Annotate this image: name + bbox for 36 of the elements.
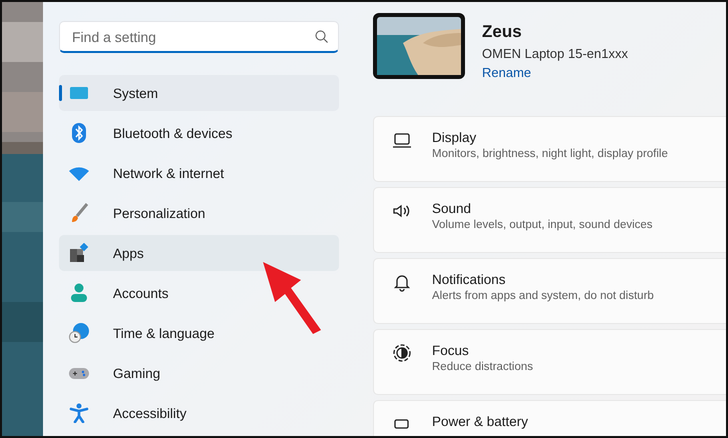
card-subtitle: Alerts from apps and system, do not disturb	[432, 290, 654, 302]
settings-card[interactable]: Power & battery	[373, 400, 726, 436]
settings-card[interactable]: Sound Volume levels, output, input, sound devices	[373, 187, 726, 253]
device-model: OMEN Laptop 15-en1xxx	[482, 46, 628, 61]
card-title: Power & battery	[432, 414, 528, 429]
bluetooth-icon	[69, 123, 89, 143]
sidebar-item[interactable]: Time & language	[59, 315, 339, 351]
person-icon	[69, 283, 89, 303]
brush-icon	[69, 203, 89, 223]
card-title: Focus	[432, 343, 470, 358]
sidebar-item[interactable]: Bluetooth & devices	[59, 115, 339, 151]
device-name: Zeus	[482, 22, 523, 42]
sidebar-item[interactable]: Gaming	[59, 355, 339, 391]
card-subtitle: Monitors, brightness, night light, display profile	[432, 148, 668, 160]
search-field[interactable]: Find a setting	[59, 21, 339, 53]
rename-link[interactable]: Rename	[482, 65, 628, 80]
card-subtitle: Volume levels, output, input, sound devices	[432, 219, 653, 231]
sidebar-item[interactable]: Accounts	[59, 275, 339, 311]
focus-icon	[392, 343, 412, 363]
card-subtitle: Reduce distractions	[432, 361, 533, 373]
settings-card[interactable]: Notifications Alerts from apps and system, do not disturb	[373, 258, 726, 324]
sidebar-item[interactable]: Accessibility	[59, 395, 339, 431]
search-input[interactable]: Find a setting	[70, 28, 315, 46]
sidebar-item[interactable]: Personalization	[59, 195, 339, 231]
search-icon	[315, 30, 328, 43]
card-title: Sound	[432, 201, 472, 216]
card-title: Notifications	[432, 272, 507, 287]
settings-card[interactable]: Display Monitors, brightness, night light, display profile	[373, 116, 726, 182]
apps-icon	[69, 243, 89, 263]
sidebar-item[interactable]: Apps	[59, 235, 339, 271]
accessibility-icon	[69, 403, 89, 423]
card-title: Display	[432, 130, 478, 145]
sidebar-item[interactable]: Network & internet	[59, 155, 339, 191]
globe-clock-icon	[69, 323, 89, 343]
settings-card[interactable]: Focus Reduce distractions	[373, 329, 726, 395]
sidebar-item[interactable]: System	[59, 75, 339, 111]
